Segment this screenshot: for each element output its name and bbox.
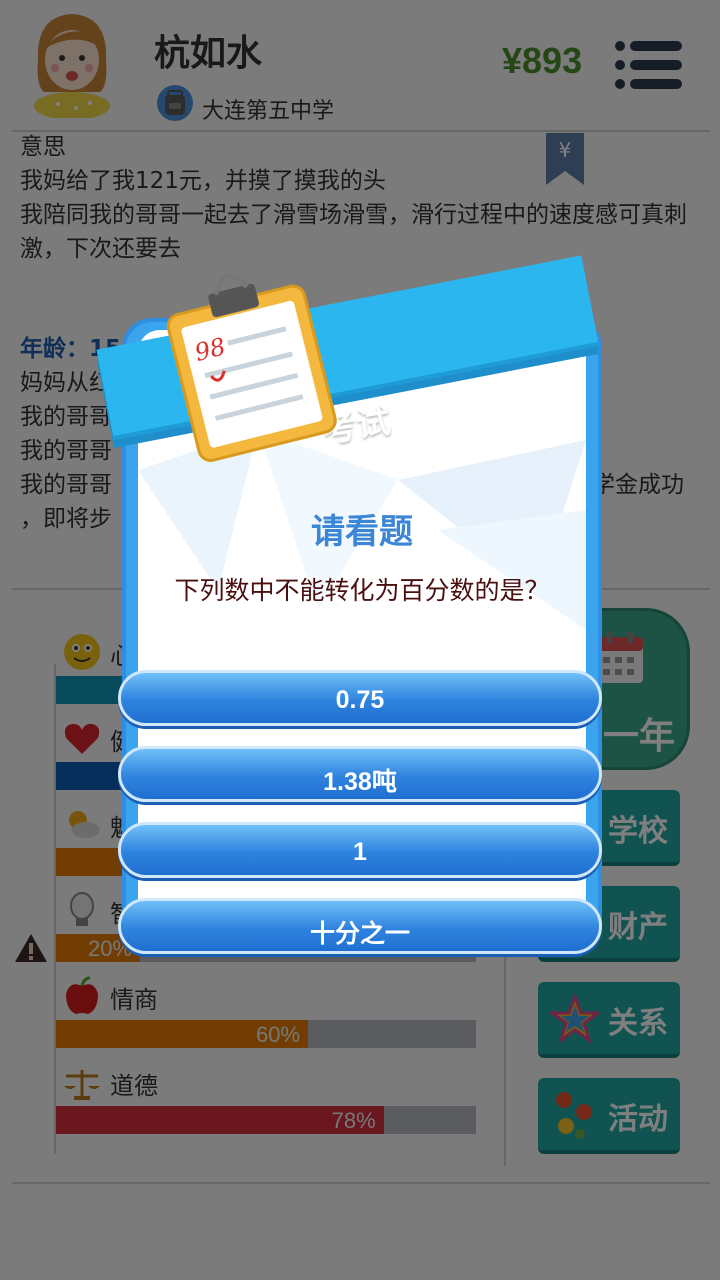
answer-option-label: 1 [353, 838, 367, 866]
clipboard-icon: 98 [166, 273, 337, 462]
answer-option-label: 1.38吨 [323, 768, 397, 796]
answer-option-4[interactable]: 十分之一 [118, 898, 602, 954]
answer-option-label: 0.75 [335, 686, 385, 714]
answer-option-1[interactable]: 0.75 [118, 670, 602, 726]
question-text: 下列数中不能转化为百分数的是？ [174, 576, 550, 605]
question-title: 请看题 [311, 512, 413, 552]
answer-option-3[interactable]: 1 [118, 822, 602, 878]
answer-option-2[interactable]: 1.38吨 [118, 746, 602, 802]
answer-option-label: 十分之一 [309, 920, 410, 948]
